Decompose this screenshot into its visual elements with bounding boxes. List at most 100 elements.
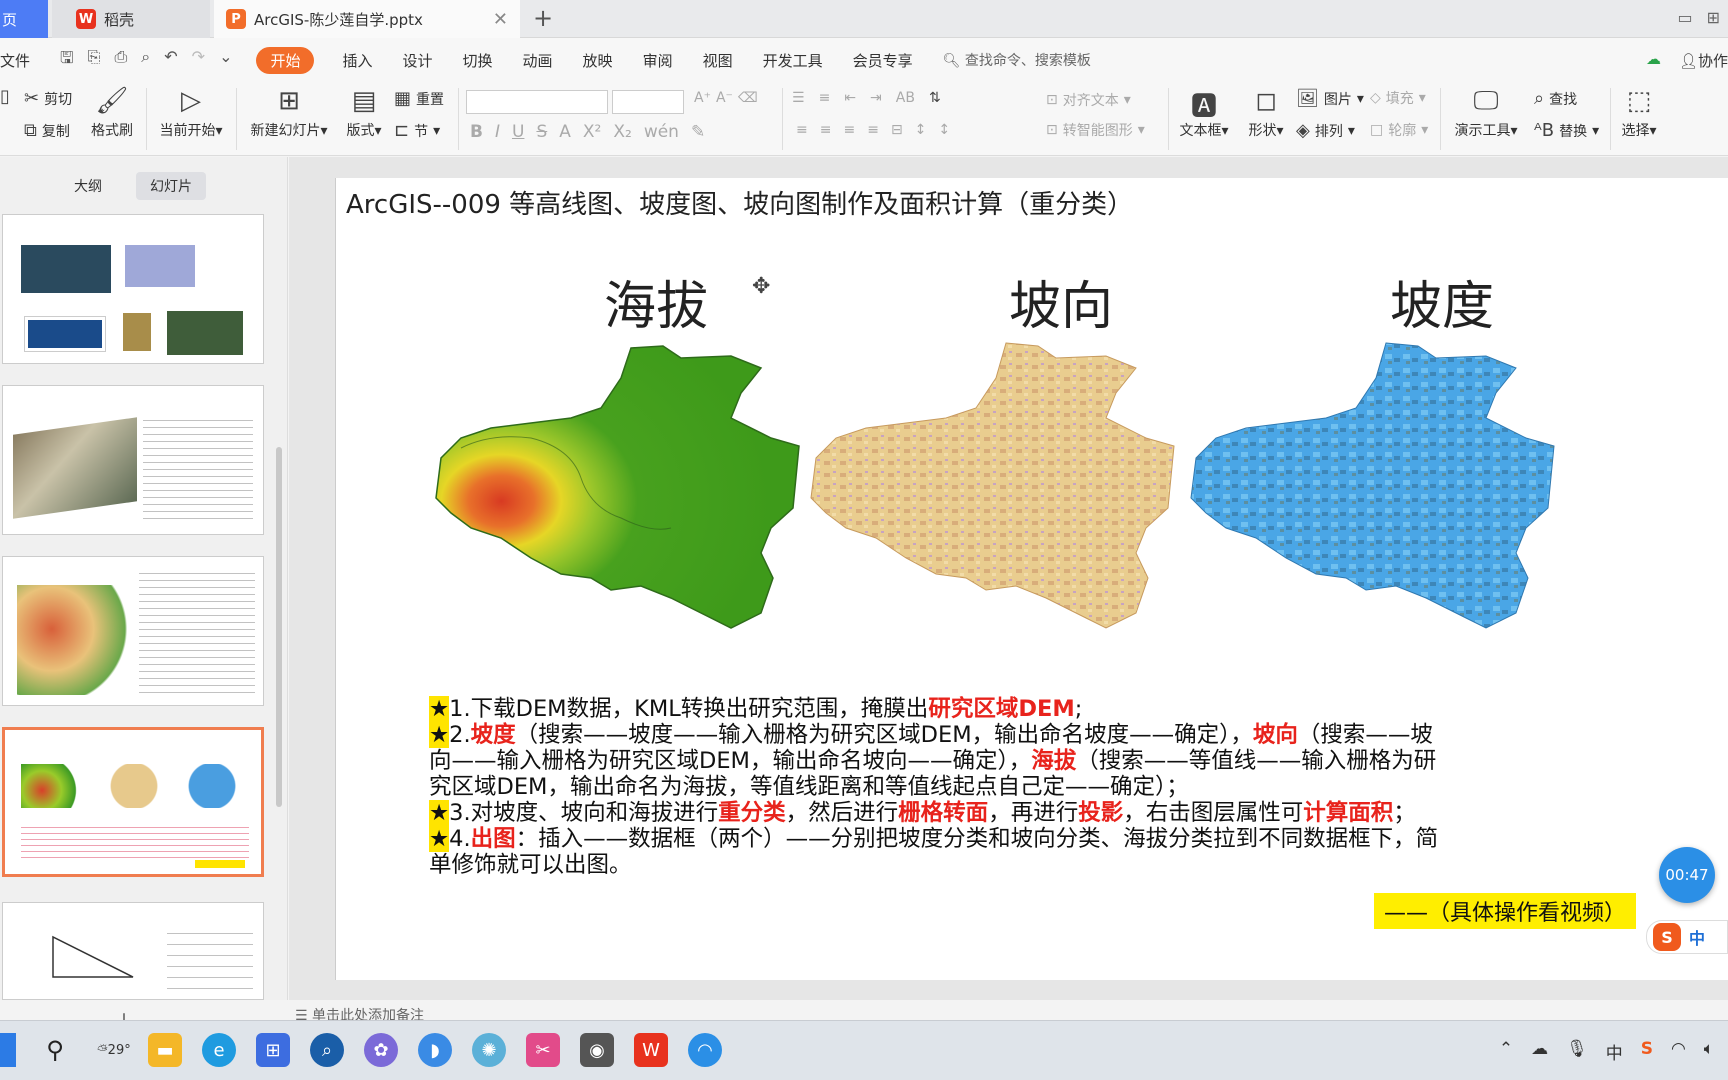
- shapes-button[interactable]: ◻ 形状▾: [1242, 86, 1290, 140]
- menu-developer[interactable]: 开发工具: [763, 50, 823, 71]
- outline-button[interactable]: □ 轮廓 ▾: [1370, 120, 1428, 140]
- numbered-list-icon[interactable]: ≡: [819, 90, 831, 106]
- underline-icon[interactable]: U: [512, 122, 524, 142]
- grid-view-icon[interactable]: ⊞: [1707, 8, 1720, 27]
- font-grow-shrink[interactable]: A⁺ A⁻ ⌫: [694, 90, 758, 106]
- para-spacing-icon[interactable]: ↕: [938, 122, 950, 138]
- new-slide-button[interactable]: ⊞ 新建幻灯片▾: [246, 86, 332, 140]
- bold-icon[interactable]: B: [470, 122, 483, 142]
- slide-title[interactable]: ArcGIS--009 等高线图、坡度图、坡向图制作及面积计算（重分类）: [346, 184, 1133, 221]
- panel-scrollbar[interactable]: [276, 447, 282, 807]
- app-icon[interactable]: ✿: [364, 1033, 398, 1067]
- align-center-icon[interactable]: ≡: [820, 122, 832, 138]
- decrease-indent-icon[interactable]: ⇤: [844, 90, 856, 106]
- ime-toolbar[interactable]: S中: [1646, 920, 1728, 954]
- select-button[interactable]: ⬚ 选择▾: [1616, 86, 1662, 140]
- tab-document[interactable]: P ArcGIS-陈少莲自学.pptx ✕: [214, 0, 520, 38]
- replace-button[interactable]: ᴬB 替换 ▾: [1534, 120, 1599, 141]
- copy-button[interactable]: ⧉ 复制: [24, 120, 70, 141]
- map-aspect[interactable]: [806, 338, 1181, 638]
- wps-office-icon[interactable]: W: [634, 1033, 668, 1067]
- video-note[interactable]: ——（具体操作看视频）: [1374, 893, 1637, 929]
- slide-thumbnail-4[interactable]: [2, 727, 264, 877]
- search-app-icon[interactable]: ⌕: [310, 1033, 344, 1067]
- menu-review[interactable]: 审阅: [643, 50, 673, 71]
- edge-browser-icon[interactable]: e: [202, 1033, 236, 1067]
- export-pdf-icon[interactable]: ⎘: [88, 47, 101, 74]
- layout-button[interactable]: ▤ 版式▾: [342, 86, 386, 140]
- camera-icon[interactable]: ◉: [580, 1033, 614, 1067]
- print-preview-icon[interactable]: ⌕: [141, 47, 150, 74]
- italic-icon[interactable]: I: [495, 122, 500, 142]
- slide-thumbnail-5[interactable]: [2, 902, 264, 1000]
- phonetic-icon[interactable]: wén: [644, 122, 679, 142]
- picture-button[interactable]: 🖼︎ 图片 ▾: [1296, 88, 1364, 109]
- subscript-icon[interactable]: X₂: [613, 122, 631, 142]
- save-icon[interactable]: 🖫: [60, 47, 74, 74]
- smartart-button[interactable]: ⊡ 转智能图形 ▾: [1046, 120, 1145, 140]
- menu-membership[interactable]: 会员专享: [853, 50, 913, 71]
- tab-home[interactable]: 页: [0, 0, 48, 38]
- fill-button[interactable]: ◇ 填充 ▾: [1370, 88, 1426, 108]
- ime-tray-icon[interactable]: 中: [1606, 1039, 1623, 1064]
- map-elevation[interactable]: [431, 338, 806, 638]
- print-icon[interactable]: ⎙: [114, 47, 127, 74]
- label-slope[interactable]: 坡度: [1390, 264, 1494, 339]
- menu-animation[interactable]: 动画: [523, 50, 553, 71]
- start-button[interactable]: [0, 1033, 16, 1067]
- superscript-icon[interactable]: X²: [583, 122, 601, 142]
- text-direction-icon[interactable]: AB: [896, 90, 915, 106]
- file-explorer-icon[interactable]: ▬: [148, 1033, 182, 1067]
- reading-mode-icon[interactable]: ▭: [1677, 8, 1692, 27]
- highlight-icon[interactable]: ✎: [691, 122, 705, 142]
- close-tab-icon[interactable]: ✕: [493, 9, 508, 30]
- menu-slideshow[interactable]: 放映: [583, 50, 613, 71]
- app-icon[interactable]: ◗: [418, 1033, 452, 1067]
- undo-icon[interactable]: ↶: [164, 47, 177, 74]
- label-elevation[interactable]: 海拔: [604, 264, 708, 339]
- weather-widget[interactable]: ⛅︎ 29°: [92, 1033, 136, 1067]
- slide-thumbnail-2[interactable]: [2, 385, 264, 535]
- chevron-down-icon[interactable]: ⌄: [219, 47, 232, 74]
- tab-daoke[interactable]: W 稻壳: [52, 0, 210, 38]
- search-icon[interactable]: ⚲: [38, 1033, 72, 1067]
- redo-icon[interactable]: ↷: [192, 47, 205, 74]
- slide-description[interactable]: ★1.下载DEM数据，KML转换出研究范围，掩膜出研究区域DEM; ★2.坡度（…: [429, 696, 1439, 878]
- strikethrough-icon[interactable]: S: [536, 122, 547, 142]
- align-text-button[interactable]: ⊡ 对齐文本 ▾: [1046, 90, 1131, 110]
- slide-thumbnail-1[interactable]: [2, 214, 264, 364]
- menu-file[interactable]: 文件: [0, 50, 30, 71]
- app-icon[interactable]: ◠: [688, 1033, 722, 1067]
- font-color-icon[interactable]: A: [559, 122, 571, 142]
- slide-thumbnail-3[interactable]: [2, 556, 264, 706]
- font-name-select[interactable]: [466, 90, 608, 114]
- chevron-up-icon[interactable]: ⌃: [1499, 1039, 1513, 1064]
- microphone-icon[interactable]: 🎙︎: [1566, 1039, 1588, 1064]
- menu-start[interactable]: 开始: [256, 46, 315, 74]
- map-slope[interactable]: [1186, 338, 1561, 638]
- recording-timer[interactable]: 00:47: [1659, 847, 1715, 903]
- find-button[interactable]: ⌕ 查找: [1534, 88, 1577, 109]
- app-icon[interactable]: ✺: [472, 1033, 506, 1067]
- distribute-icon[interactable]: ⊟: [891, 122, 903, 138]
- collab-button[interactable]: 👤︎协作: [1679, 50, 1728, 71]
- wifi-icon[interactable]: ◠: [1671, 1039, 1686, 1064]
- increase-indent-icon[interactable]: ⇥: [870, 90, 882, 106]
- sogou-tray-icon[interactable]: S: [1641, 1039, 1653, 1064]
- font-size-select[interactable]: [612, 90, 684, 114]
- slide-canvas[interactable]: ArcGIS--009 等高线图、坡度图、坡向图制作及面积计算（重分类） 海拔 …: [335, 178, 1728, 980]
- arrange-button[interactable]: ◈ 排列 ▾: [1296, 120, 1355, 141]
- format-painter-button[interactable]: 🖌︎ 格式刷: [88, 86, 136, 140]
- justify-icon[interactable]: ≡: [867, 122, 879, 138]
- cloud-icon[interactable]: ☁: [1531, 1039, 1548, 1064]
- textbox-button[interactable]: 🅰︎ 文本框▾: [1176, 86, 1232, 140]
- menu-insert[interactable]: 插入: [342, 50, 372, 71]
- paste-button[interactable]: ▯: [0, 86, 10, 107]
- presenter-tools-button[interactable]: 🖵︎ 演示工具▾: [1448, 86, 1524, 140]
- play-current-button[interactable]: ▷ 当前开始▾: [154, 86, 228, 140]
- ime-mode[interactable]: 中: [1689, 925, 1705, 949]
- volume-icon[interactable]: 🔈︎: [1704, 1039, 1714, 1064]
- menu-transition[interactable]: 切换: [463, 50, 493, 71]
- label-aspect[interactable]: 坡向: [1009, 264, 1113, 339]
- section-button[interactable]: ⊏ 节 ▾: [394, 120, 440, 141]
